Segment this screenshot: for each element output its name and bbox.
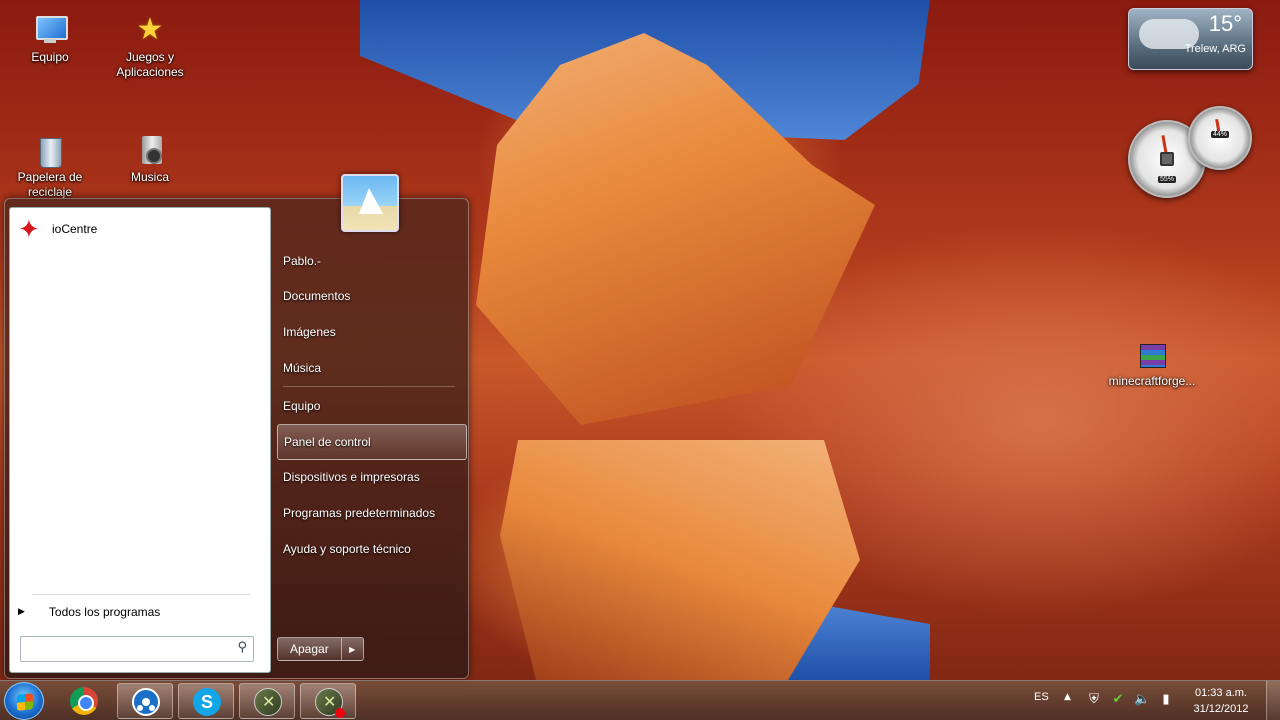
desktop-icon-papelera[interactable]: Papelera de reciclaje [10, 132, 90, 202]
shutdown-options-button[interactable]: ▶ [341, 637, 364, 661]
cpu-percent: 55% [1157, 175, 1177, 183]
recycle-bin-icon [32, 132, 68, 168]
start-link-ayuda[interactable]: Ayuda y soporte técnico [277, 531, 467, 567]
divider [283, 386, 455, 388]
search-icon[interactable]: ⚲ [237, 640, 247, 655]
hub-icon [132, 688, 160, 716]
taskbar: S ES ▲ ⛨ ✔ 🔈 ▮ 01:33 a.m. 31/12/2012 [0, 680, 1280, 720]
start-link-programas-predeterminados[interactable]: Programas predeterminados [277, 495, 467, 531]
start-link-imagenes[interactable]: Imágenes [277, 314, 467, 350]
show-desktop-button[interactable] [1266, 681, 1280, 720]
show-hidden-icons-button[interactable]: ▲ [1064, 692, 1071, 702]
desktop-icon-minecraftforge[interactable]: minecraftforge... [1100, 336, 1204, 389]
all-programs-button[interactable]: ▶ Todos los programas [18, 602, 264, 622]
game-icon [254, 688, 282, 716]
chevron-right-icon: ▶ [349, 644, 356, 654]
taskbar-skype[interactable]: S [178, 683, 234, 719]
security-icon[interactable]: ✔ [1110, 692, 1126, 708]
start-link-equipo[interactable]: Equipo [277, 388, 467, 424]
memory-percent: 44% [1210, 130, 1230, 138]
wallpaper-rock-reflection [500, 440, 860, 680]
taskbar-hub[interactable] [117, 683, 173, 719]
start-link-musica[interactable]: Música [277, 350, 467, 386]
volume-icon[interactable]: 🔈 [1134, 692, 1150, 708]
start-link-user[interactable]: Pablo.- [277, 243, 467, 279]
desktop-icon-juegos[interactable]: ★ Juegos y Aplicaciones [110, 12, 190, 80]
start-item-iocentre[interactable]: ioCentre [16, 214, 264, 245]
skype-icon: S [193, 688, 221, 716]
start-link-dispositivos[interactable]: Dispositivos e impresoras [277, 460, 467, 496]
clock[interactable]: 01:33 a.m. 31/12/2012 [1186, 685, 1256, 717]
start-search-box[interactable]: ⚲ [20, 636, 254, 662]
memory-gauge[interactable]: 44% [1188, 106, 1252, 170]
start-search-input[interactable] [25, 640, 225, 658]
desktop-icon-label: minecraftforge... [1108, 374, 1196, 388]
divider [32, 594, 250, 595]
desktop-icon-label: Papelera de reciclaje [17, 170, 83, 199]
start-menu-places: Pablo.- Documentos Imágenes Música Equip… [277, 243, 467, 566]
user-avatar[interactable] [341, 174, 399, 232]
weather-location: Trelew, ARG [1184, 43, 1246, 55]
signal-icon[interactable]: ▮ [1158, 692, 1174, 708]
taskbar-chrome[interactable] [56, 683, 112, 719]
weather-temperature: 15° [1208, 11, 1242, 36]
start-menu: ioCentre ▶ Todos los programas ⚲ Pablo.-… [4, 174, 469, 679]
desktop-icon-label: Juegos y Aplicaciones [116, 50, 184, 79]
start-link-documentos[interactable]: Documentos [277, 279, 467, 315]
chrome-icon [70, 687, 98, 715]
clock-time: 01:33 a.m. [1195, 687, 1247, 699]
desktop-icon-musica[interactable]: Musica [110, 132, 190, 185]
taskbar-game[interactable] [239, 683, 295, 719]
taskbar-game-recording[interactable] [300, 683, 356, 719]
desktop-icon-equipo[interactable]: Equipo [10, 12, 90, 65]
network-shield-icon[interactable]: ⛨ [1086, 692, 1102, 708]
all-programs-label: Todos los programas [48, 605, 161, 619]
game-recording-icon [315, 688, 345, 718]
shutdown-group: Apagar ▶ [277, 637, 364, 661]
clock-date: 31/12/2012 [1193, 703, 1249, 715]
chevron-right-icon: ▶ [18, 607, 25, 617]
winrar-archive-icon [1134, 336, 1170, 372]
language-indicator[interactable]: ES [1034, 691, 1049, 703]
start-item-label: ioCentre [52, 222, 98, 236]
shutdown-button[interactable]: Apagar [277, 637, 342, 661]
system-tray: ES ▲ ⛨ ✔ 🔈 ▮ 01:33 a.m. 31/12/2012 [1030, 681, 1280, 720]
start-link-panel-de-control[interactable]: Panel de control [277, 423, 467, 460]
desktop-icon-label: Equipo [31, 50, 69, 64]
star-icon: ★ [136, 13, 164, 46]
start-menu-programs-pane: ioCentre ▶ Todos los programas ⚲ [9, 207, 271, 673]
speaker-icon [132, 132, 168, 168]
computer-icon [32, 12, 68, 48]
desktop-icon-label: Musica [130, 170, 169, 184]
iocentre-icon [16, 215, 44, 245]
weather-gadget[interactable]: 15° Trelew, ARG [1128, 8, 1253, 70]
start-button[interactable] [4, 682, 44, 720]
cpu-chip-icon [1160, 152, 1174, 166]
